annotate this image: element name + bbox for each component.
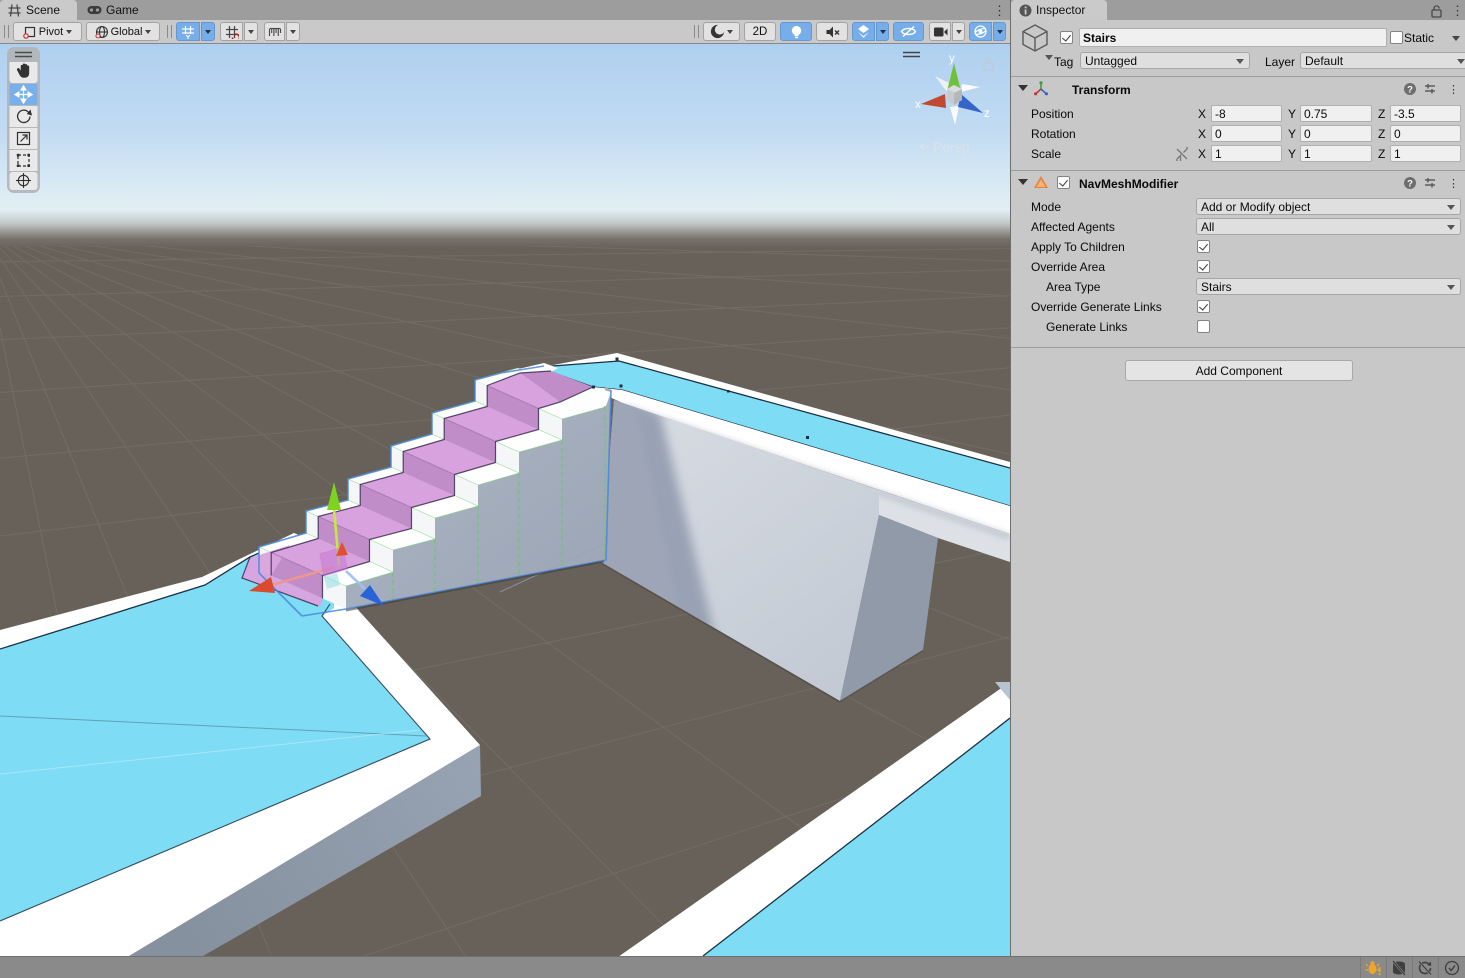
svg-text:x: x [915, 99, 921, 111]
svg-text:?: ? [1407, 85, 1413, 96]
svg-text:?: ? [1407, 179, 1413, 190]
svg-text:Persp: Persp [933, 139, 970, 155]
svg-text:z: z [984, 108, 990, 120]
svg-text:⋮: ⋮ [1448, 178, 1455, 190]
svg-text:y: y [949, 53, 955, 65]
svg-text:⋮: ⋮ [1448, 84, 1455, 96]
